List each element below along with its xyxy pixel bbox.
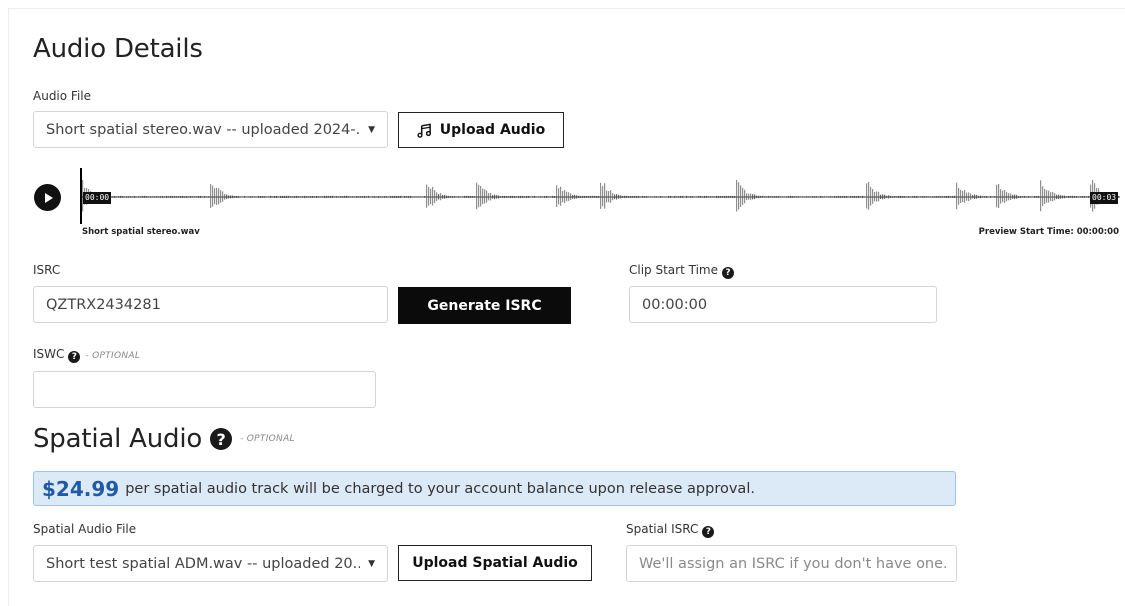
spatial-notice-text: per spatial audio track will be charged … — [125, 480, 755, 497]
optional-tag: - OPTIONAL — [240, 434, 295, 444]
help-icon[interactable]: ? — [721, 267, 734, 279]
optional-tag: - OPTIONAL — [85, 351, 141, 361]
iswc-label-wrap: ISWC? - OPTIONAL — [33, 347, 140, 363]
clip-start-time-label-wrap: Clip Start Time? — [629, 263, 734, 279]
play-button[interactable] — [34, 184, 61, 211]
chevron-down-icon: ▼ — [368, 124, 375, 135]
music-note-icon — [417, 123, 431, 138]
waveform[interactable] — [80, 168, 1120, 224]
iswc-label: ISWC — [33, 347, 65, 361]
audio-file-selected-value: Short spatial stereo.wav -- uploaded 202… — [46, 121, 361, 138]
audio-file-select[interactable]: Short spatial stereo.wav -- uploaded 202… — [33, 111, 388, 148]
help-icon[interactable]: ? — [210, 428, 233, 450]
generate-isrc-button[interactable]: Generate ISRC — [398, 287, 571, 324]
audio-details-heading: Audio Details — [33, 34, 203, 64]
spatial-audio-heading: Spatial Audio — [33, 424, 203, 454]
spatial-price: $24.99 — [42, 476, 120, 501]
clip-start-time-value: 00:00:00 — [642, 296, 708, 313]
spatial-audio-file-selected-value: Short test spatial ADM.wav -- uploaded 2… — [46, 555, 361, 572]
upload-spatial-audio-button[interactable]: Upload Spatial Audio — [398, 545, 592, 581]
spatial-audio-file-select[interactable]: Short test spatial ADM.wav -- uploaded 2… — [33, 545, 388, 582]
spatial-isrc-label-wrap: Spatial ISRC? — [626, 522, 715, 538]
spatial-isrc-input[interactable]: We'll assign an ISRC if you don't have o… — [626, 545, 957, 582]
current-time-badge: 00:00 — [83, 192, 112, 204]
isrc-input[interactable]: QZTRX2434281 — [33, 286, 388, 323]
help-icon[interactable]: ? — [702, 526, 715, 538]
waveform-bars — [80, 179, 1120, 212]
spatial-audio-file-label: Spatial Audio File — [33, 522, 137, 536]
clip-start-time-input[interactable]: 00:00:00 — [629, 286, 937, 323]
play-icon — [44, 192, 53, 203]
clip-start-time-label: Clip Start Time — [629, 263, 718, 277]
spatial-audio-heading-wrap: Spatial Audio ? - OPTIONAL — [33, 424, 295, 454]
playhead[interactable] — [80, 168, 82, 224]
audio-file-label: Audio File — [33, 89, 92, 103]
end-time-badge: 00:03 — [1090, 192, 1119, 204]
spatial-pricing-notice: $24.99 per spatial audio track will be c… — [33, 471, 956, 506]
spatial-isrc-label: Spatial ISRC — [626, 522, 699, 536]
upload-audio-button[interactable]: Upload Audio — [398, 112, 564, 148]
spatial-isrc-placeholder: We'll assign an ISRC if you don't have o… — [639, 555, 948, 572]
help-icon[interactable]: ? — [68, 351, 81, 363]
isrc-label: ISRC — [33, 263, 61, 277]
iswc-input[interactable] — [33, 371, 376, 408]
chevron-down-icon: ▼ — [368, 558, 375, 569]
preview-start-time: Preview Start Time: 00:00:00 — [978, 227, 1119, 237]
isrc-value: QZTRX2434281 — [46, 296, 161, 313]
waveform-file-name: Short spatial stereo.wav — [82, 227, 200, 237]
upload-audio-label: Upload Audio — [439, 122, 546, 138]
